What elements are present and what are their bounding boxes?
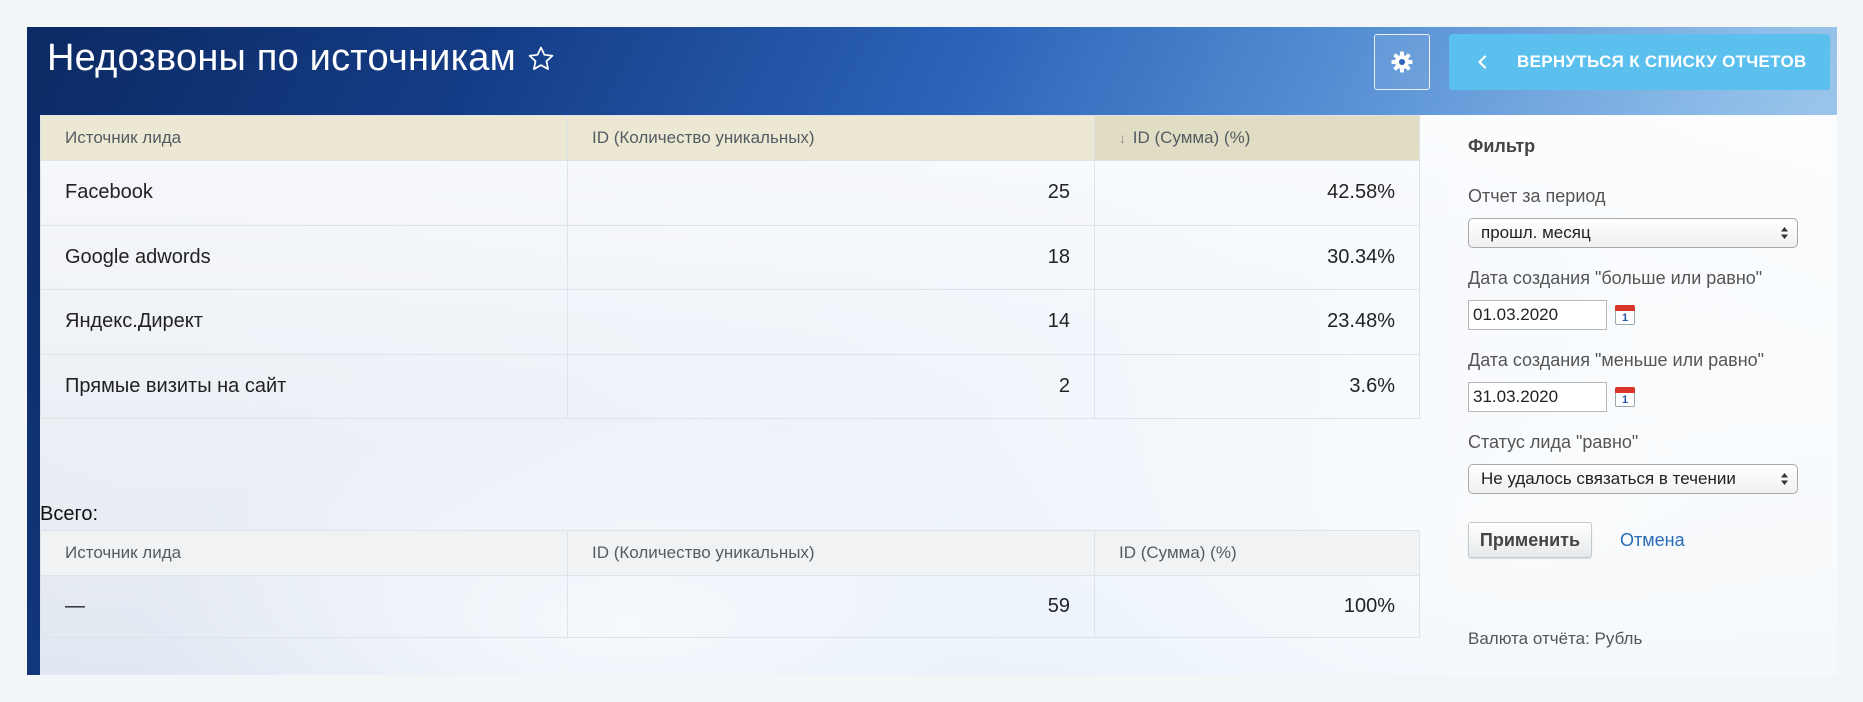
- cell-source: Facebook: [40, 160, 568, 226]
- status-select[interactable]: Не удалось связаться в течении: [1468, 464, 1798, 494]
- totals-cell-source: —: [40, 575, 568, 638]
- cell-count: 2: [567, 353, 1095, 419]
- totals-cell-count: 59: [567, 575, 1095, 638]
- report-currency: Валюта отчёта: Рубль: [1468, 629, 1643, 648]
- table-row: Прямые визиты на сайт 2 3.6%: [40, 353, 1420, 419]
- totals-cell-percent: 100%: [1094, 575, 1420, 638]
- totals-table: Источник лида ID (Количество уникальных)…: [40, 530, 1420, 638]
- cell-count: 25: [567, 160, 1095, 226]
- column-header-source[interactable]: Источник лида: [40, 115, 568, 161]
- table-row: Яндекс.Директ 14 23.48%: [40, 289, 1420, 355]
- table-row: Facebook 25 42.58%: [40, 160, 1420, 226]
- totals-header-source: Источник лида: [40, 530, 568, 576]
- calendar-icon[interactable]: 1: [1615, 305, 1635, 325]
- totals-label: Всего:: [40, 503, 98, 525]
- apply-button[interactable]: Применить: [1468, 522, 1592, 558]
- cell-source: Яндекс.Директ: [40, 289, 568, 355]
- sort-descending-icon: ↓: [1119, 130, 1126, 146]
- date-to-label: Дата создания "меньше или равно": [1468, 350, 1765, 370]
- back-button-label: ВЕРНУТЬСЯ К СПИСКУ ОТЧЕТОВ: [1517, 52, 1807, 71]
- page-title: Недозвоны по источникам: [47, 37, 556, 80]
- totals-header-row: Источник лида ID (Количество уникальных)…: [40, 530, 1420, 576]
- filter-title: Фильтр: [1468, 136, 1536, 156]
- cell-source: Google adwords: [40, 224, 568, 290]
- select-arrows-icon: [1781, 227, 1788, 239]
- period-label: Отчет за период: [1468, 186, 1606, 206]
- cell-count: 14: [567, 289, 1095, 355]
- period-select[interactable]: прошл. месяц: [1468, 218, 1798, 248]
- chevron-left-icon: [1477, 55, 1487, 69]
- filter-panel: Фильтр Отчет за период прошл. месяц Дата…: [1447, 115, 1837, 675]
- back-to-reports-button[interactable]: ВЕРНУТЬСЯ К СПИСКУ ОТЧЕТОВ: [1449, 34, 1830, 90]
- cell-source: Прямые визиты на сайт: [40, 353, 568, 419]
- cell-percent: 42.58%: [1094, 160, 1420, 226]
- table-header-row: Источник лида ID (Количество уникальных)…: [40, 115, 1420, 161]
- cell-count: 18: [567, 224, 1095, 290]
- cell-percent: 30.34%: [1094, 224, 1420, 290]
- table-row: Google adwords 18 30.34%: [40, 224, 1420, 290]
- report-content: Источник лида ID (Количество уникальных)…: [40, 115, 1447, 675]
- star-outline-icon[interactable]: [526, 44, 556, 74]
- cancel-link[interactable]: Отмена: [1620, 530, 1685, 551]
- calendar-icon[interactable]: 1: [1615, 387, 1635, 407]
- column-header-percent[interactable]: ↓ ID (Сумма) (%): [1094, 115, 1420, 161]
- date-from-input[interactable]: 01.03.2020: [1468, 300, 1607, 330]
- status-select-value: Не удалось связаться в течении: [1481, 469, 1736, 488]
- column-header-count[interactable]: ID (Количество уникальных): [567, 115, 1095, 161]
- select-arrows-icon: [1781, 473, 1788, 485]
- status-label: Статус лида "равно": [1468, 432, 1639, 452]
- date-to-input[interactable]: 31.03.2020: [1468, 382, 1607, 412]
- page-title-text: Недозвоны по источникам: [47, 37, 516, 79]
- cell-percent: 23.48%: [1094, 289, 1420, 355]
- totals-header-percent: ID (Сумма) (%): [1094, 530, 1420, 576]
- period-select-value: прошл. месяц: [1481, 223, 1591, 242]
- report-window: Недозвоны по источникам ВЕРНУТЬСЯ К СПИС…: [27, 27, 1837, 675]
- column-header-percent-label: ID (Сумма) (%): [1132, 128, 1251, 147]
- date-from-label: Дата создания "больше или равно": [1468, 268, 1763, 288]
- totals-header-count: ID (Количество уникальных): [567, 530, 1095, 576]
- totals-row: — 59 100%: [40, 575, 1420, 638]
- gear-icon: [1391, 51, 1413, 73]
- cell-percent: 3.6%: [1094, 353, 1420, 419]
- report-table: Источник лида ID (Количество уникальных)…: [40, 115, 1420, 419]
- settings-button[interactable]: [1374, 34, 1430, 90]
